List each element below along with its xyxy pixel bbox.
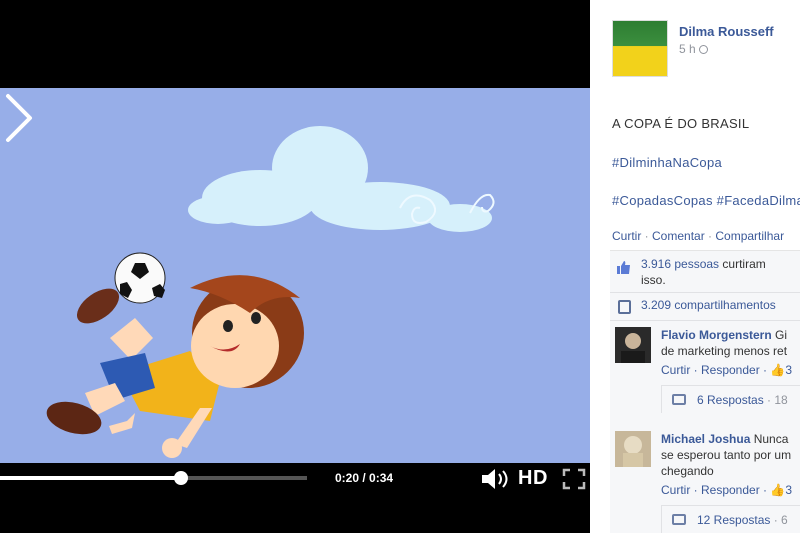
- comment-item: Michael Joshua Nunca se esperou tanto po…: [610, 431, 800, 533]
- comment-meta: Curtir · Responder · 👍3: [661, 363, 792, 377]
- commenter-avatar[interactable]: [615, 327, 651, 363]
- character-head: [190, 275, 304, 388]
- hd-button[interactable]: HD: [518, 467, 548, 490]
- video-controls: 0:20 / 0:34 HD: [0, 463, 590, 493]
- video-frame[interactable]: [0, 88, 590, 463]
- fullscreen-icon[interactable]: [562, 468, 586, 490]
- thumbs-up-icon: [617, 261, 630, 274]
- time-display: 0:20 / 0:34: [335, 471, 394, 485]
- comment-author[interactable]: Flavio Morgenstern: [661, 328, 772, 342]
- globe-icon: [698, 45, 708, 54]
- post-actions: Curtir · Comentar · Compartilhar: [612, 229, 784, 243]
- comment-text-line2: se esperou tanto por um: [661, 448, 792, 462]
- replies-count[interactable]: 12 Respostas: [697, 513, 770, 527]
- feedback-panel: 3.916 pessoas curtiram isso. 3.209 compa…: [610, 250, 800, 533]
- post-timestamp[interactable]: 5 h: [679, 42, 708, 56]
- post-text: A COPA É DO BRASIL: [612, 116, 750, 131]
- likes-count-link[interactable]: 3.916 pessoas: [641, 257, 719, 271]
- divider: [610, 292, 800, 293]
- comment-text-start: Nunca: [753, 432, 789, 446]
- thumbs-up-icon: 👍: [770, 483, 786, 497]
- replies-link[interactable]: 6 Respostas · 18: [661, 385, 800, 413]
- hashtags-link[interactable]: #CopadasCopas #FacedaDilma: [612, 193, 800, 208]
- cloud-shape: [188, 126, 492, 232]
- divider: [610, 320, 800, 321]
- progress-fill: [0, 476, 181, 480]
- author-avatar[interactable]: [612, 20, 668, 77]
- replies-count[interactable]: 6 Respostas: [697, 393, 764, 407]
- progress-bar[interactable]: [0, 471, 307, 485]
- comment-author[interactable]: Michael Joshua: [661, 432, 750, 446]
- next-arrow-icon[interactable]: [0, 88, 40, 148]
- likes-suffix: curtiram: [719, 257, 766, 271]
- comment-text-line3: chegando: [661, 464, 714, 478]
- reply-icon: [672, 514, 686, 525]
- thumbs-up-icon: 👍: [770, 363, 786, 377]
- comment-text-line2: de marketing menos ret: [661, 344, 788, 358]
- separator: ·: [641, 229, 653, 243]
- comment-actions[interactable]: Curtir · Responder ·: [661, 483, 770, 497]
- progress-knob[interactable]: [173, 471, 188, 485]
- shares-count-link[interactable]: 3.209 compartilhamentos: [641, 298, 776, 312]
- comment-link[interactable]: Comentar: [652, 229, 705, 243]
- replies-link[interactable]: 12 Respostas · 6: [661, 505, 800, 533]
- separator: ·: [704, 229, 716, 243]
- replies-suffix: · 18: [763, 393, 788, 407]
- volume-icon[interactable]: [480, 468, 512, 490]
- share-link[interactable]: Compartilhar: [715, 229, 784, 243]
- comment-item: Flavio Morgenstern Gi de marketing menos…: [610, 327, 800, 419]
- share-icon: [618, 300, 631, 314]
- comment-likes[interactable]: 3: [785, 363, 792, 377]
- post-sidebar: Dilma Rousseff 5 h A COPA É DO BRASIL #D…: [590, 0, 800, 533]
- comment-text: Flavio Morgenstern Gi de marketing menos…: [661, 327, 800, 359]
- likes-line2: isso.: [641, 273, 666, 287]
- reply-icon: [672, 394, 686, 405]
- likes-summary: 3.916 pessoas curtiram isso.: [610, 256, 800, 296]
- commenter-avatar[interactable]: [615, 431, 651, 467]
- comment-meta: Curtir · Responder · 👍3: [661, 483, 792, 497]
- hashtag-link[interactable]: #DilminhaNaCopa: [612, 155, 722, 170]
- post-time-text: 5 h: [679, 42, 696, 56]
- author-name[interactable]: Dilma Rousseff: [679, 24, 774, 39]
- shares-summary: 3.209 compartilhamentos: [610, 297, 800, 319]
- comment-text: Michael Joshua Nunca se esperou tanto po…: [661, 431, 800, 479]
- cartoon-illustration: [46, 126, 495, 458]
- like-link[interactable]: Curtir: [612, 229, 641, 243]
- comment-likes[interactable]: 3: [785, 483, 792, 497]
- comment-actions[interactable]: Curtir · Responder ·: [661, 363, 770, 377]
- comment-text-start: Gi: [775, 328, 788, 342]
- replies-suffix: · 6: [770, 513, 788, 527]
- video-player[interactable]: 0:20 / 0:34 HD: [0, 0, 590, 533]
- soccer-ball: [114, 252, 166, 304]
